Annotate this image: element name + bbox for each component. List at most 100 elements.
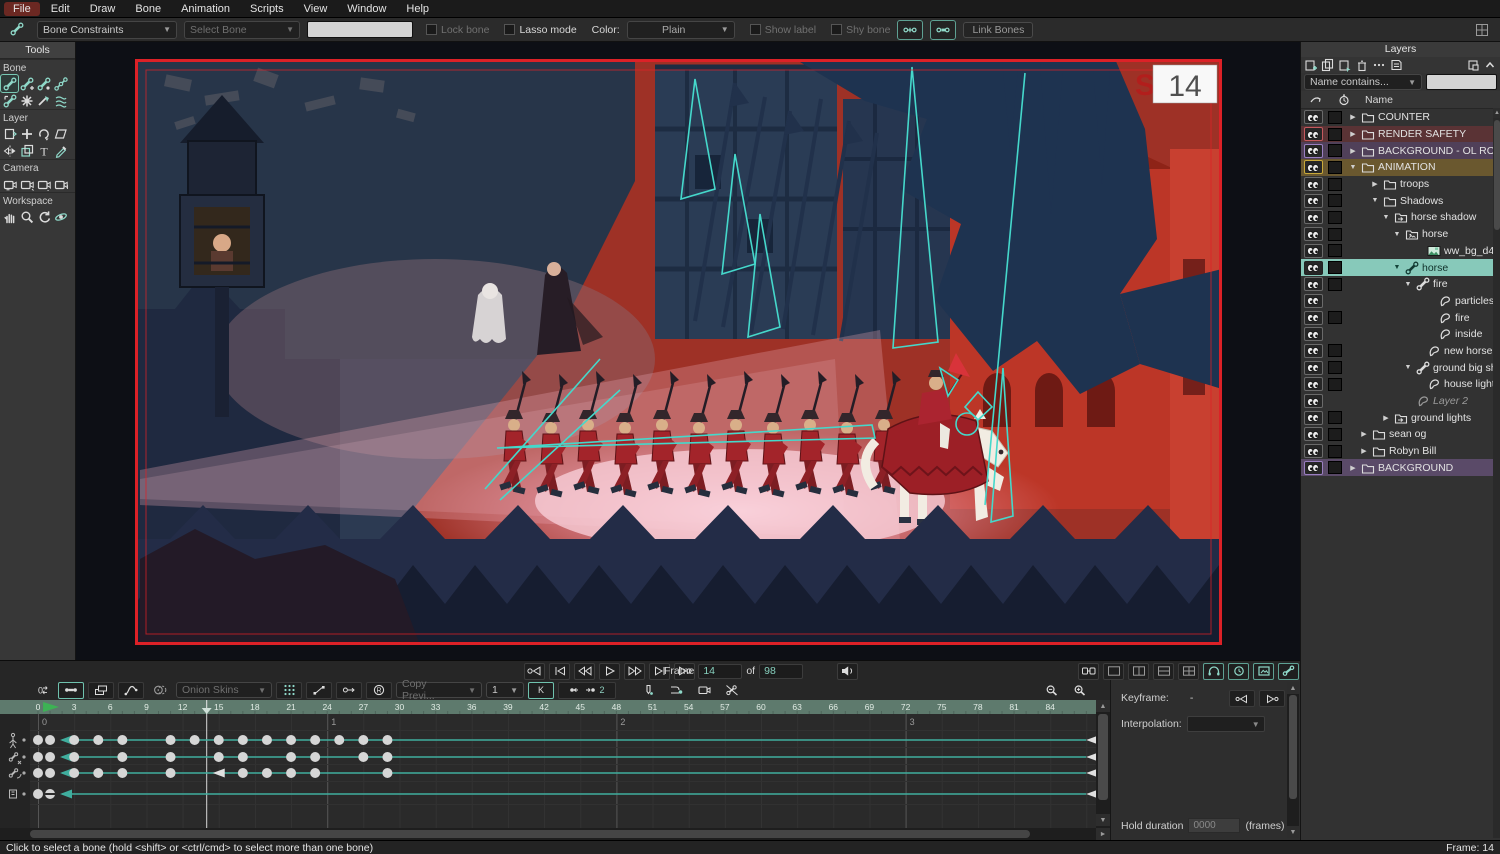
twirl-closed-icon[interactable]: ▶	[1348, 464, 1358, 472]
scroll-up-icon[interactable]: ▲	[1287, 682, 1299, 694]
layer-row-ground-lights[interactable]: ▶ground lights	[1301, 409, 1500, 426]
zoom-workspace-tool[interactable]	[18, 208, 35, 225]
twirl-open-icon[interactable]: ▼	[1381, 214, 1391, 221]
twirl-open-icon[interactable]: ▼	[1392, 231, 1402, 238]
layer-row-layer-2[interactable]: Layer 2	[1301, 393, 1500, 410]
select-bone-dropdown[interactable]: Select Bone▼	[184, 21, 300, 39]
visibility-eyes-icon[interactable]	[1304, 210, 1323, 224]
twirl-closed-icon[interactable]: ▶	[1348, 147, 1358, 155]
bone-strength-tool[interactable]	[18, 92, 35, 109]
rotate-layer-tool[interactable]	[35, 125, 52, 142]
link-bones-button[interactable]: Link Bones	[963, 22, 1033, 38]
roll-camera-tool[interactable]	[35, 175, 52, 192]
new-reference-layer-icon[interactable]	[1338, 58, 1352, 72]
current-frame-input[interactable]: 14	[698, 664, 742, 679]
timeline-hscrollbar[interactable]	[0, 828, 1096, 840]
collapse-panel-icon[interactable]	[1483, 58, 1497, 72]
visibility-eyes-icon[interactable]	[1304, 344, 1323, 358]
scroll-right-icon[interactable]: ►	[1096, 828, 1110, 840]
scroll-up-icon[interactable]: ▲	[1096, 700, 1110, 712]
animate-checkbox[interactable]	[1328, 278, 1342, 291]
clock-button[interactable]	[1228, 663, 1249, 680]
menu-draw[interactable]: Draw	[81, 2, 125, 16]
add-bone-tool[interactable]	[18, 75, 35, 92]
animate-checkbox[interactable]	[1328, 445, 1342, 458]
animate-checkbox[interactable]	[1328, 361, 1342, 374]
twirl-open-icon[interactable]: ▼	[1348, 164, 1358, 171]
animate-checkbox[interactable]	[1328, 461, 1342, 474]
layer-row-horse[interactable]: ▼horse	[1301, 226, 1500, 243]
twirl-closed-icon[interactable]: ▶	[1348, 130, 1358, 138]
lasso-mode-checkbox[interactable]: Lasso mode	[504, 24, 576, 36]
reset-frame-zero-button[interactable]: 0	[30, 683, 54, 698]
visibility-eyes-icon[interactable]	[1304, 411, 1323, 425]
bone-chain-tool[interactable]	[52, 75, 69, 92]
bind-points-tool[interactable]	[35, 92, 52, 109]
visibility-eyes-icon[interactable]	[1304, 427, 1323, 441]
layer-row-render-safety[interactable]: ▶RENDER SAFETY	[1301, 126, 1500, 143]
layer-row-inside[interactable]: inside	[1301, 326, 1500, 343]
bone-color-dropdown[interactable]: Plain▼	[627, 21, 735, 39]
merge-bone-icon[interactable]	[930, 20, 956, 40]
animate-checkbox[interactable]	[1328, 261, 1342, 274]
camera-track-button[interactable]	[692, 683, 716, 698]
menu-window[interactable]: Window	[338, 2, 395, 16]
animate-checkbox[interactable]	[1328, 228, 1342, 241]
twirl-open-icon[interactable]: ▼	[1403, 364, 1413, 371]
layout-rows-button[interactable]	[1153, 663, 1174, 680]
menu-edit[interactable]: Edit	[42, 2, 79, 16]
shear-layer-tool[interactable]	[52, 125, 69, 142]
animate-checkbox[interactable]	[1328, 344, 1342, 357]
visibility-eyes-icon[interactable]	[1304, 110, 1323, 124]
track-camera-tool[interactable]	[1, 175, 18, 192]
layer-row-robyn-bill[interactable]: ▶Robyn Bill	[1301, 443, 1500, 460]
text-tool-tool[interactable]: T	[35, 142, 52, 159]
lock-bone-checkbox[interactable]: Lock bone	[426, 24, 489, 36]
more-options-icon[interactable]	[1372, 58, 1386, 72]
duplicate-layer-icon[interactable]	[1321, 58, 1335, 72]
pop-out-panel-icon[interactable]	[1466, 58, 1480, 72]
twirl-closed-icon[interactable]: ▶	[1359, 430, 1369, 438]
menu-scripts[interactable]: Scripts	[241, 2, 293, 16]
next-keyframe-button[interactable]	[1259, 690, 1285, 707]
visibility-eyes-icon[interactable]	[1304, 311, 1323, 325]
menu-view[interactable]: View	[295, 2, 337, 16]
name-filter-input[interactable]	[1426, 74, 1497, 90]
name-filter-dropdown[interactable]: Name contains...▼	[1304, 74, 1422, 90]
headphones-button[interactable]	[1203, 663, 1224, 680]
layer-row-background-ol-roofs[interactable]: ▶BACKGROUND - OL ROOFS	[1301, 142, 1500, 159]
twirl-open-icon[interactable]: ▼	[1403, 281, 1413, 288]
new-layer-icon[interactable]	[1304, 58, 1318, 72]
curve-view-toggle[interactable]	[118, 682, 144, 699]
animate-checkbox[interactable]	[1328, 411, 1342, 424]
animate-checkbox[interactable]	[1328, 378, 1342, 391]
add-marker-button[interactable]	[636, 683, 660, 698]
flexi-bind-tool[interactable]	[52, 92, 69, 109]
visibility-eyes-icon[interactable]	[1304, 277, 1323, 291]
stereo-view-button[interactable]	[1078, 663, 1099, 680]
layout-columns-button[interactable]	[1128, 663, 1149, 680]
channel-count-dropdown[interactable]: 1▼	[486, 682, 524, 698]
menu-animation[interactable]: Animation	[172, 2, 239, 16]
visibility-eyes-icon[interactable]	[1304, 394, 1323, 408]
layer-row-ww-bg-d4-21-0[interactable]: ww_bg_d4_21_0	[1301, 243, 1500, 260]
layer-row-particles[interactable]: particles	[1301, 293, 1500, 310]
split-bone-icon[interactable]	[897, 20, 923, 40]
relative-keys-button[interactable]: R	[366, 682, 392, 699]
visibility-eyes-icon[interactable]	[1304, 444, 1323, 458]
menu-help[interactable]: Help	[397, 2, 438, 16]
rotate-workspace-tool[interactable]	[35, 208, 52, 225]
delete-layer-icon[interactable]	[1355, 58, 1369, 72]
twirl-open-icon[interactable]: ▼	[1370, 197, 1380, 204]
bone-overlay-button[interactable]	[1278, 663, 1299, 680]
layout-quad-button[interactable]	[1178, 663, 1199, 680]
visibility-eyes-icon[interactable]	[1304, 361, 1323, 375]
dots-grid-button[interactable]	[276, 682, 302, 699]
orbit-workspace-tool[interactable]	[52, 208, 69, 225]
layer-row-counter[interactable]: ▶COUNTER	[1301, 109, 1500, 126]
show-label-checkbox[interactable]: Show label	[750, 24, 816, 36]
layer-script-icon[interactable]	[1389, 58, 1403, 72]
layer-row-sean-og[interactable]: ▶sean og	[1301, 426, 1500, 443]
layer-row-ground-big-shap[interactable]: ▼ground big shap	[1301, 359, 1500, 376]
shy-bone-checkbox[interactable]: Shy bone	[831, 24, 890, 36]
